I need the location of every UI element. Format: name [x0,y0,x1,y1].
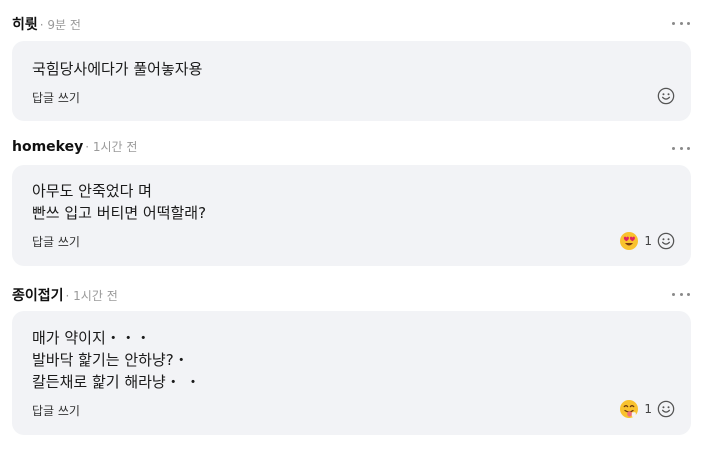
comment-bubble: 아무도 안죽었다 며 빤쓰 입고 버티면 어떡할래? 답글 쓰기 1 [12,165,691,266]
reaction-area: 1 [619,231,675,251]
comment-item: homekey · 1시간 전 아무도 안죽었다 며 빤쓰 입고 버티면 어떡할… [0,125,702,270]
comment-item: 종이접기 · 1시간 전 매가 약이지・・・ 발바닥 핥기는 안하냥?・ 칼든채… [0,270,702,452]
add-reaction-smiley-icon[interactable] [657,87,675,105]
reaction-area [657,87,675,105]
add-reaction-smiley-icon[interactable] [657,400,675,418]
reply-button[interactable]: 답글 쓰기 [32,89,80,106]
comment-time: · 1시간 전 [85,140,138,154]
more-options-icon[interactable] [672,17,690,29]
comment-meta: 히륏 · 9분 전 [12,14,81,34]
tongue-out-emoji-icon[interactable] [619,399,639,419]
add-reaction-smiley-icon[interactable] [657,232,675,250]
comment-text: 아무도 안죽었다 며 빤쓰 입고 버티면 어떡할래? [32,182,207,222]
comment-author[interactable]: homekey [12,139,83,155]
comment-author[interactable]: 히륏 [12,14,38,34]
comment-author[interactable]: 종이접기 [12,285,64,305]
reply-button[interactable]: 답글 쓰기 [32,402,80,419]
reaction-count: 1 [644,402,652,416]
more-options-icon[interactable] [672,142,690,154]
comment-time: · 1시간 전 [65,289,118,303]
comment-text: 매가 약이지・・・ 발바닥 핥기는 안하냥?・ 칼든채로 핥기 해라냥・ ・ [32,329,201,391]
more-options-icon[interactable] [672,288,690,300]
reaction-area: 1 [619,399,675,419]
comment-time: · 9분 전 [39,18,81,32]
comment-meta: homekey · 1시간 전 [12,138,137,158]
comment-text: 국힘당사에다가 풀어놓자용 [32,60,203,78]
reply-button[interactable]: 답글 쓰기 [32,233,80,250]
comment-item: 히륏 · 9분 전 국힘당사에다가 풀어놓자용 답글 쓰기 [0,0,702,125]
comment-bubble: 매가 약이지・・・ 발바닥 핥기는 안하냥?・ 칼든채로 핥기 해라냥・ ・ 답… [12,311,691,435]
comment-meta: 종이접기 · 1시간 전 [12,285,118,305]
reaction-count: 1 [644,234,652,248]
comment-bubble: 국힘당사에다가 풀어놓자용 답글 쓰기 [12,41,691,121]
heart-eyes-emoji-icon[interactable] [619,231,639,251]
